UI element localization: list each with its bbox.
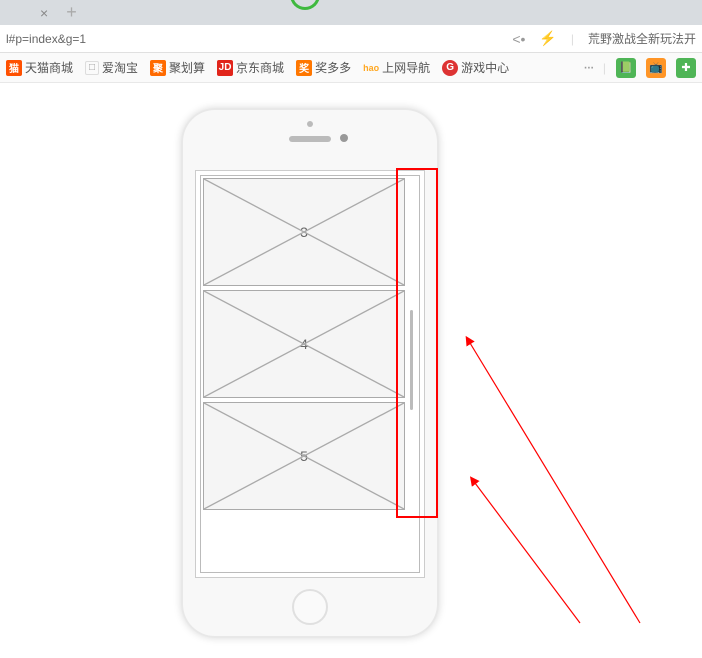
hao-icon: hao [363, 60, 379, 76]
phone-home-button [292, 589, 328, 625]
phone-sensor-icon [307, 121, 313, 127]
bookmark-label: 京东商城 [236, 59, 284, 76]
bookmark-hao[interactable]: hao上网导航 [363, 59, 430, 76]
bookmark-tmall[interactable]: 猫天猫商城 [6, 59, 73, 76]
extension-add-icon[interactable]: ✚ [676, 58, 696, 78]
url-text: l#p=index&g=1 [6, 32, 512, 46]
wireframe-list[interactable]: 3 4 5 [203, 178, 405, 570]
bookmark-label: 上网导航 [382, 59, 430, 76]
divider: | [603, 61, 606, 75]
jd-icon: JD [217, 60, 233, 76]
extension-tv-icon[interactable]: 📺 [646, 58, 666, 78]
bookmark-jd[interactable]: JD京东商城 [217, 59, 284, 76]
bookmark-label: 奖多多 [315, 59, 351, 76]
bookmark-juhuasuan[interactable]: 聚聚划算 [150, 59, 205, 76]
tab-bar: × + [0, 0, 702, 25]
bookmark-label: 天猫商城 [25, 59, 73, 76]
wireframe-item[interactable]: 4 [203, 290, 405, 398]
more-bookmarks-button[interactable]: ··· [583, 59, 593, 77]
bolt-icon[interactable]: ⚡ [539, 30, 556, 47]
scroll-thumb[interactable] [410, 310, 413, 410]
news-ticker[interactable]: 荒野激战全新玩法开 [588, 30, 696, 47]
jiang-icon: 奖 [296, 60, 312, 76]
divider: | [571, 32, 574, 46]
taobao-icon: □ [85, 61, 99, 75]
wireframe-item[interactable]: 5 [203, 402, 405, 510]
bookmark-game[interactable]: G游戏中心 [442, 59, 509, 76]
bookmark-label: 聚划算 [169, 59, 205, 76]
phone-screen: 3 4 5 [195, 170, 425, 578]
tab-new-button[interactable]: + [58, 2, 85, 23]
screen-viewport: 3 4 5 [200, 175, 420, 573]
bookmark-bar: 猫天猫商城 □爱淘宝 聚聚划算 JD京东商城 奖奖多多 hao上网导航 G游戏中… [0, 53, 702, 83]
phone-mockup: 3 4 5 [181, 108, 439, 638]
browser-logo-icon [290, 0, 320, 10]
extension-books-icon[interactable]: 📗 [616, 58, 636, 78]
bookmark-jiangduoduo[interactable]: 奖奖多多 [296, 59, 351, 76]
url-bar[interactable]: l#p=index&g=1 <• ⚡ | 荒野激战全新玩法开 [0, 25, 702, 53]
bookmark-label: 游戏中心 [461, 59, 509, 76]
game-icon: G [442, 60, 458, 76]
wireframe-item[interactable]: 3 [203, 178, 405, 286]
scrollbar[interactable] [407, 180, 415, 568]
tmall-icon: 猫 [6, 60, 22, 76]
phone-speaker-icon [289, 136, 331, 142]
share-icon[interactable]: <• [512, 31, 525, 47]
bookmark-taobao[interactable]: □爱淘宝 [85, 59, 138, 76]
page-content: 3 4 5 [0, 83, 702, 658]
phone-camera-icon [340, 134, 348, 142]
tab-close-button[interactable]: × [40, 5, 48, 21]
bookmark-label: 爱淘宝 [102, 59, 138, 76]
ju-icon: 聚 [150, 60, 166, 76]
